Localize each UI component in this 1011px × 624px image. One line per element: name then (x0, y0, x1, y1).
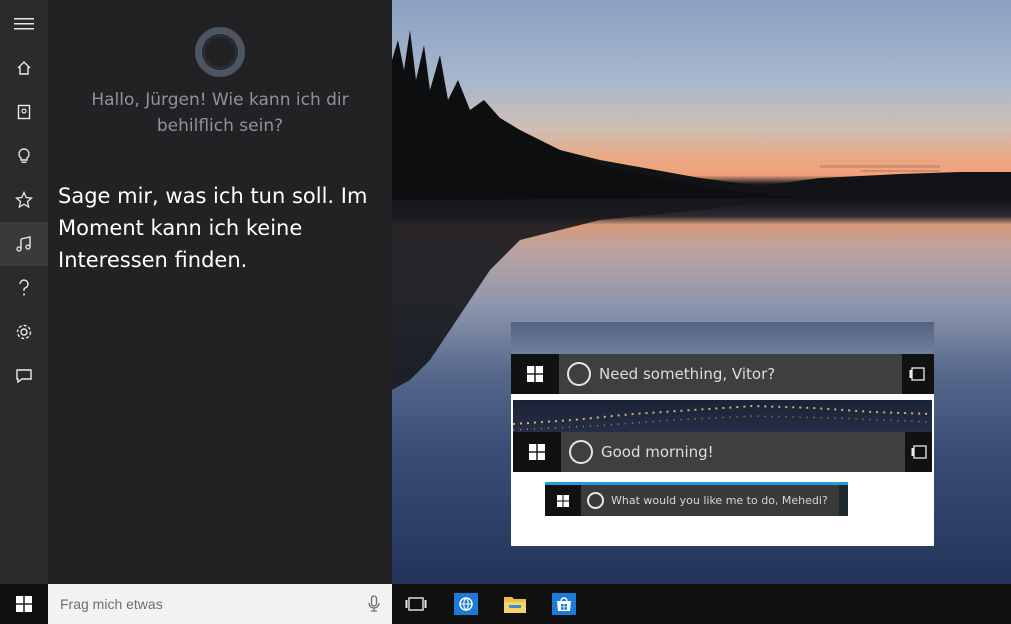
search-field-text: Good morning! (601, 443, 714, 461)
home-icon[interactable] (0, 46, 48, 90)
settings-gear-icon[interactable] (0, 310, 48, 354)
cortana-ring-icon (567, 362, 591, 386)
cortana-message: Sage mir, was ich tun soll. Im Moment ka… (58, 184, 368, 272)
city-lights-strip (513, 400, 932, 432)
notebook-icon[interactable] (0, 90, 48, 134)
lightbulb-icon[interactable] (0, 134, 48, 178)
taskbar-search-input[interactable]: Frag mich etwas (48, 584, 392, 624)
city-lights-image (513, 404, 932, 431)
star-icon[interactable] (0, 178, 48, 222)
cortana-ring-icon (587, 492, 604, 509)
cortana-nav-rail (0, 0, 48, 584)
bar-edge (839, 485, 848, 516)
windows-logo-icon[interactable] (545, 485, 581, 516)
cortana-logo-icon (195, 27, 245, 77)
file-explorer-icon[interactable] (503, 593, 527, 615)
task-view-icon (405, 597, 427, 611)
search-bar-variant-3: What would you like me to do, Mehedi? (545, 485, 848, 516)
feedback-icon[interactable] (0, 354, 48, 398)
help-icon[interactable] (0, 266, 48, 310)
search-bar-variant-2: Good morning! (513, 432, 932, 472)
windows-logo-icon (16, 596, 32, 612)
search-field[interactable]: Need something, Vitor? (559, 354, 902, 394)
cortana-greeting: Hallo, Jürgen! Wie kann ich dir behilfli… (91, 90, 349, 136)
search-field-text: What would you like me to do, Mehedi? (611, 494, 828, 507)
collage-background-strip (511, 322, 934, 354)
taskbar: Frag mich etwas (0, 584, 1011, 624)
search-bar-variant-1: Need something, Vitor? (511, 354, 934, 394)
microphone-icon[interactable] (368, 595, 380, 613)
search-bar-collage: Need something, Vitor? Good morning! Wha… (511, 322, 934, 546)
search-field-text: Need something, Vitor? (599, 365, 776, 383)
task-view-icon[interactable] (902, 354, 934, 394)
cortana-ring-icon (569, 440, 593, 464)
music-note-icon[interactable] (0, 222, 48, 266)
windows-logo-icon[interactable] (511, 354, 559, 394)
windows-logo-icon[interactable] (513, 432, 561, 472)
task-view-button[interactable] (398, 584, 434, 624)
task-view-icon[interactable] (905, 432, 932, 472)
cortana-panel: Hallo, Jürgen! Wie kann ich dir behilfli… (0, 0, 392, 584)
store-icon[interactable] (552, 593, 576, 615)
search-field[interactable]: Good morning! (561, 432, 905, 472)
search-placeholder: Frag mich etwas (60, 596, 163, 612)
hamburger-menu-icon[interactable] (0, 2, 48, 46)
internet-explorer-icon[interactable] (454, 593, 478, 615)
start-button[interactable] (0, 584, 48, 624)
search-field[interactable]: What would you like me to do, Mehedi? (581, 485, 839, 516)
